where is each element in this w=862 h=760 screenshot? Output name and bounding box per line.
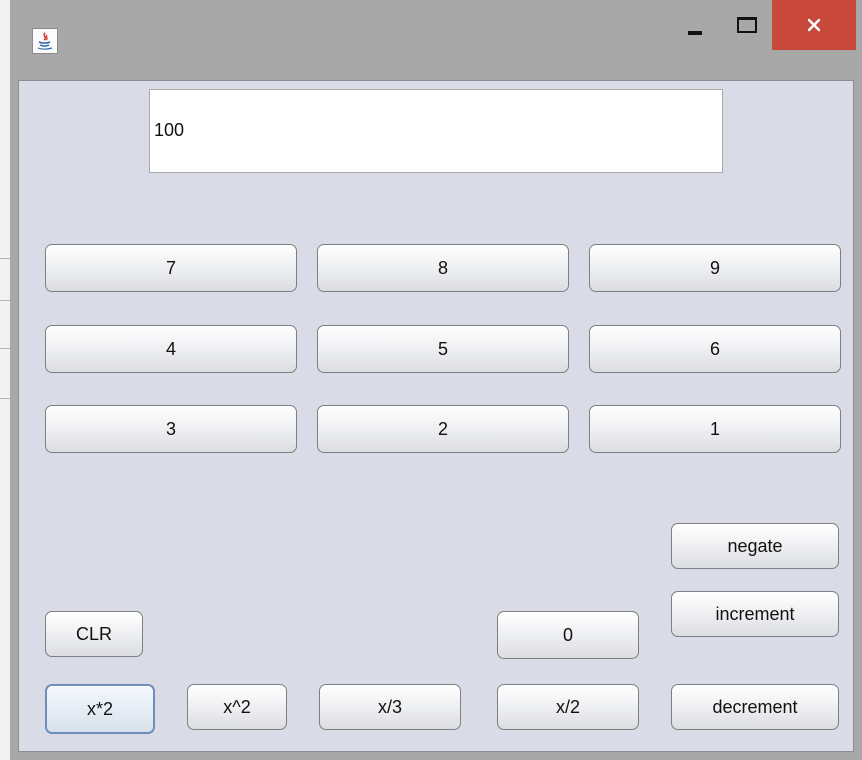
title-bar[interactable] <box>10 0 862 80</box>
divide-by-three-button[interactable]: x/3 <box>319 684 461 730</box>
minimize-button[interactable] <box>670 0 720 50</box>
increment-button[interactable]: increment <box>671 591 839 637</box>
background-divider <box>0 348 10 349</box>
display-field[interactable]: 100 <box>149 89 723 173</box>
maximize-button[interactable] <box>722 0 772 50</box>
java-icon[interactable] <box>32 28 58 54</box>
background-divider <box>0 258 10 259</box>
digit-7-button[interactable]: 7 <box>45 244 297 292</box>
negate-button[interactable]: negate <box>671 523 839 569</box>
close-icon <box>807 18 821 32</box>
divide-by-two-button[interactable]: x/2 <box>497 684 639 730</box>
background-divider <box>0 300 10 301</box>
digit-2-button[interactable]: 2 <box>317 405 569 453</box>
decrement-button[interactable]: decrement <box>671 684 839 730</box>
background-divider <box>0 398 10 399</box>
digit-6-button[interactable]: 6 <box>589 325 841 373</box>
calculator-window: 100 7 8 9 4 5 6 3 2 1 negate increment C… <box>10 0 862 760</box>
digit-4-button[interactable]: 4 <box>45 325 297 373</box>
digit-8-button[interactable]: 8 <box>317 244 569 292</box>
digit-0-button[interactable]: 0 <box>497 611 639 659</box>
digit-1-button[interactable]: 1 <box>589 405 841 453</box>
square-button[interactable]: x^2 <box>187 684 287 730</box>
background-window-edge <box>0 0 10 760</box>
minimize-icon <box>688 31 702 35</box>
times-two-button[interactable]: x*2 <box>45 684 155 734</box>
digit-3-button[interactable]: 3 <box>45 405 297 453</box>
digit-5-button[interactable]: 5 <box>317 325 569 373</box>
maximize-icon <box>737 17 757 33</box>
digit-9-button[interactable]: 9 <box>589 244 841 292</box>
close-button[interactable] <box>772 0 856 50</box>
clear-button[interactable]: CLR <box>45 611 143 657</box>
calculator-panel: 100 7 8 9 4 5 6 3 2 1 negate increment C… <box>18 80 854 752</box>
